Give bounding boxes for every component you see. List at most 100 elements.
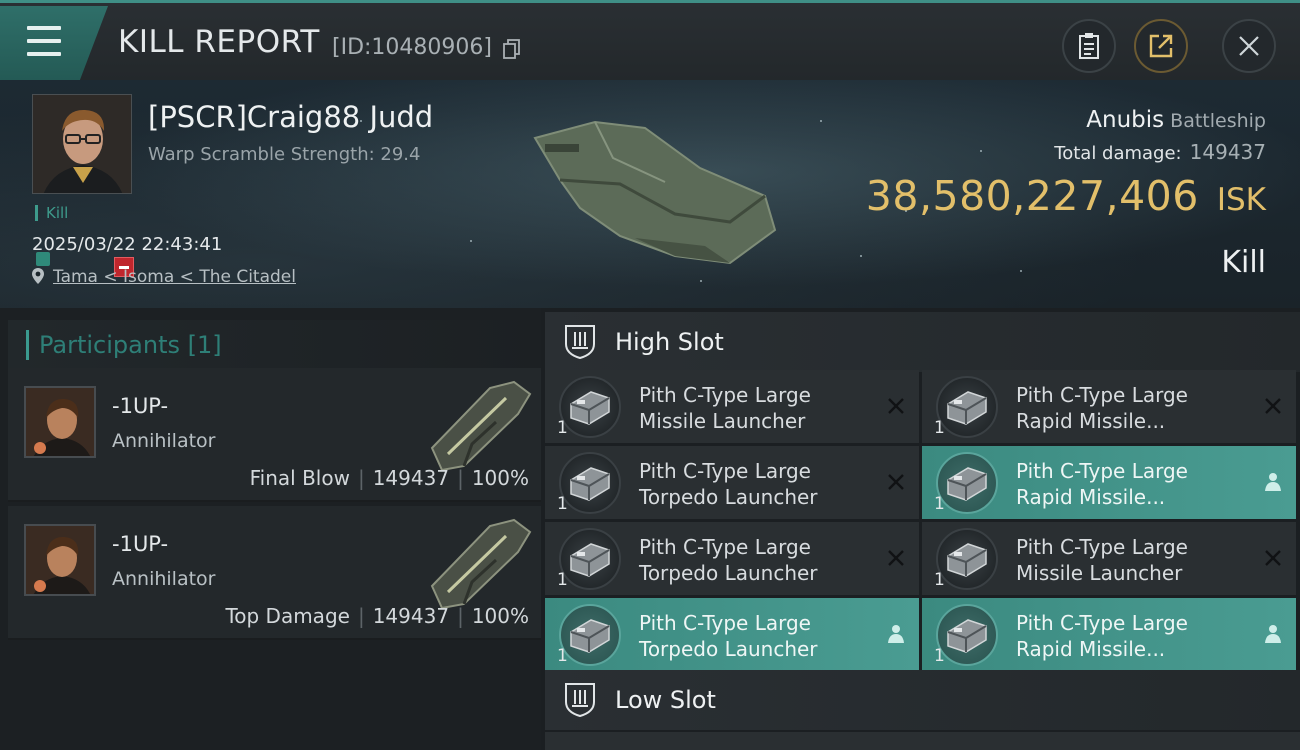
module-quantity: 1: [934, 646, 945, 666]
module-name-line2: Torpedo Launcher: [639, 637, 818, 661]
ship-class: Battleship: [1170, 110, 1266, 132]
x-icon: [1265, 550, 1281, 566]
ship-name[interactable]: Anubis: [1086, 107, 1164, 133]
isk-value-row: 38,580,227,406 ISK: [866, 172, 1266, 220]
launcher-icon: [936, 604, 998, 666]
menu-button[interactable]: [0, 6, 108, 80]
module-item[interactable]: 1 Pith C-Type Large Missile Launcher: [922, 522, 1296, 595]
x-icon: [888, 398, 904, 414]
participant-role: Top Damage: [225, 604, 350, 628]
isk-unit: ISK: [1216, 182, 1266, 218]
person-icon: [1265, 473, 1281, 491]
fitting-panel: High Slot 1 Pith C-Type Large Missile Laun…: [541, 308, 1300, 750]
close-icon: [1239, 36, 1259, 56]
participants-header: Participants [1]: [8, 320, 541, 370]
victim-summary: [PSCR]Craig88 Judd Warp Scramble Strengt…: [0, 80, 1300, 308]
participant-ship: Annihilator: [112, 568, 216, 590]
share-button[interactable]: [1134, 19, 1188, 73]
launcher-icon: [559, 452, 621, 514]
module-quantity: 1: [557, 570, 568, 590]
module-item[interactable]: 1 Pith C-Type Large Rapid Missile...: [922, 370, 1296, 443]
x-icon: [1265, 398, 1281, 414]
module-name-line1: Pith C-Type Large: [639, 611, 811, 635]
shield-slot-icon: [565, 325, 595, 360]
participant-damage: 149437: [372, 604, 450, 628]
launcher-icon: [559, 604, 621, 666]
low-slot-header: Low Slot: [545, 670, 1300, 730]
launcher-icon: [936, 452, 998, 514]
module-name-line1: Pith C-Type Large: [639, 383, 811, 407]
module-quantity: 1: [557, 418, 568, 438]
launcher-icon: [936, 528, 998, 590]
participant-role: Final Blow: [249, 466, 350, 490]
low-slot-title: Low Slot: [615, 686, 716, 714]
warp-scramble-strength: Warp Scramble Strength: 29.4: [148, 144, 421, 165]
module-name-line2: Rapid Missile...: [1016, 409, 1166, 433]
participant-ship: Annihilator: [112, 430, 216, 452]
module-name-line1: Pith C-Type Large: [1016, 459, 1188, 483]
person-icon: [1265, 625, 1281, 643]
kill-location-link[interactable]: Tama < Isoma < The Citadel: [53, 267, 296, 287]
pin-icon: [32, 268, 44, 284]
victim-ship-row: Anubis Battleship: [1086, 107, 1266, 133]
module-name-line1: Pith C-Type Large: [639, 459, 811, 483]
total-damage-value: 149437: [1189, 140, 1266, 164]
participants-panel: Participants [1] -1UP- Annihilator Final…: [0, 308, 541, 750]
kill-id: [ID:10480906]: [332, 35, 492, 60]
participant-percent: 100%: [471, 604, 529, 628]
module-name-line1: Pith C-Type Large: [1016, 535, 1188, 559]
isk-value: 38,580,227,406: [865, 172, 1199, 220]
launcher-icon: [936, 376, 998, 438]
participant-ship-image: [430, 380, 532, 472]
module-quantity: 1: [557, 646, 568, 666]
module-quantity: 1: [934, 570, 945, 590]
module-name-line2: Missile Launcher: [1016, 561, 1183, 585]
participant-name: -1UP-: [112, 532, 169, 556]
person-icon: [888, 625, 904, 643]
participant-percent: 100%: [471, 466, 529, 490]
module-item[interactable]: 1 Pith C-Type Large Torpedo Launcher: [545, 598, 919, 671]
high-slot-header: High Slot: [545, 312, 1300, 372]
low-slot-modules-partial: [545, 732, 1300, 750]
victim-ship-image: [533, 120, 777, 265]
victim-name[interactable]: [PSCR]Craig88 Judd: [148, 100, 433, 134]
participant-ship-image: [430, 518, 532, 610]
top-bar: KILL REPORT [ID:10480906]: [0, 0, 1300, 80]
module-name-line1: Pith C-Type Large: [1016, 383, 1188, 407]
participant-stats: Top Damage | 149437 | 100%: [225, 604, 529, 628]
page-title: KILL REPORT: [118, 24, 320, 60]
kill-tag: Kill: [35, 205, 68, 221]
total-damage-label: Total damage:: [1054, 143, 1182, 164]
module-name-line2: Torpedo Launcher: [639, 561, 818, 585]
clipboard-button[interactable]: [1062, 19, 1116, 73]
high-slot-title: High Slot: [615, 328, 724, 356]
x-icon: [888, 550, 904, 566]
module-name-line2: Torpedo Launcher: [639, 485, 818, 509]
participants-title: Participants [1]: [26, 330, 222, 360]
module-quantity: 1: [557, 494, 568, 514]
close-button[interactable]: [1222, 19, 1276, 73]
participant-name: -1UP-: [112, 394, 169, 418]
module-name-line2: Rapid Missile...: [1016, 637, 1166, 661]
participant-avatar: [24, 386, 96, 458]
module-name-line2: Rapid Missile...: [1016, 485, 1166, 509]
module-item[interactable]: 1 Pith C-Type Large Torpedo Launcher: [545, 446, 919, 519]
participant-row[interactable]: -1UP- Annihilator Final Blow | 149437 | 100%: [8, 368, 541, 502]
module-quantity: 1: [934, 418, 945, 438]
module-quantity: 1: [934, 494, 945, 514]
module-name-line1: Pith C-Type Large: [1016, 611, 1188, 635]
module-item[interactable]: 1 Pith C-Type Large Torpedo Launcher: [545, 522, 919, 595]
participant-row[interactable]: -1UP- Annihilator Top Damage | 149437 | 100%: [8, 506, 541, 640]
kill-report-screen: KILL REPORT [ID:10480906] [PSCR]Craig88 …: [0, 0, 1300, 750]
module-item[interactable]: 1 Pith C-Type Large Rapid Missile...: [922, 446, 1296, 519]
copy-icon[interactable]: [503, 39, 521, 59]
module-name-line2: Missile Launcher: [639, 409, 806, 433]
share-icon: [1149, 34, 1173, 58]
shield-slot-icon: [565, 683, 595, 718]
module-item[interactable]: 1 Pith C-Type Large Missile Launcher: [545, 370, 919, 443]
victim-avatar[interactable]: [32, 94, 132, 194]
module-item[interactable]: 1 Pith C-Type Large Rapid Missile...: [922, 598, 1296, 671]
x-icon: [888, 474, 904, 490]
clipboard-icon: [1079, 33, 1099, 59]
result-label: Kill: [1221, 245, 1266, 280]
